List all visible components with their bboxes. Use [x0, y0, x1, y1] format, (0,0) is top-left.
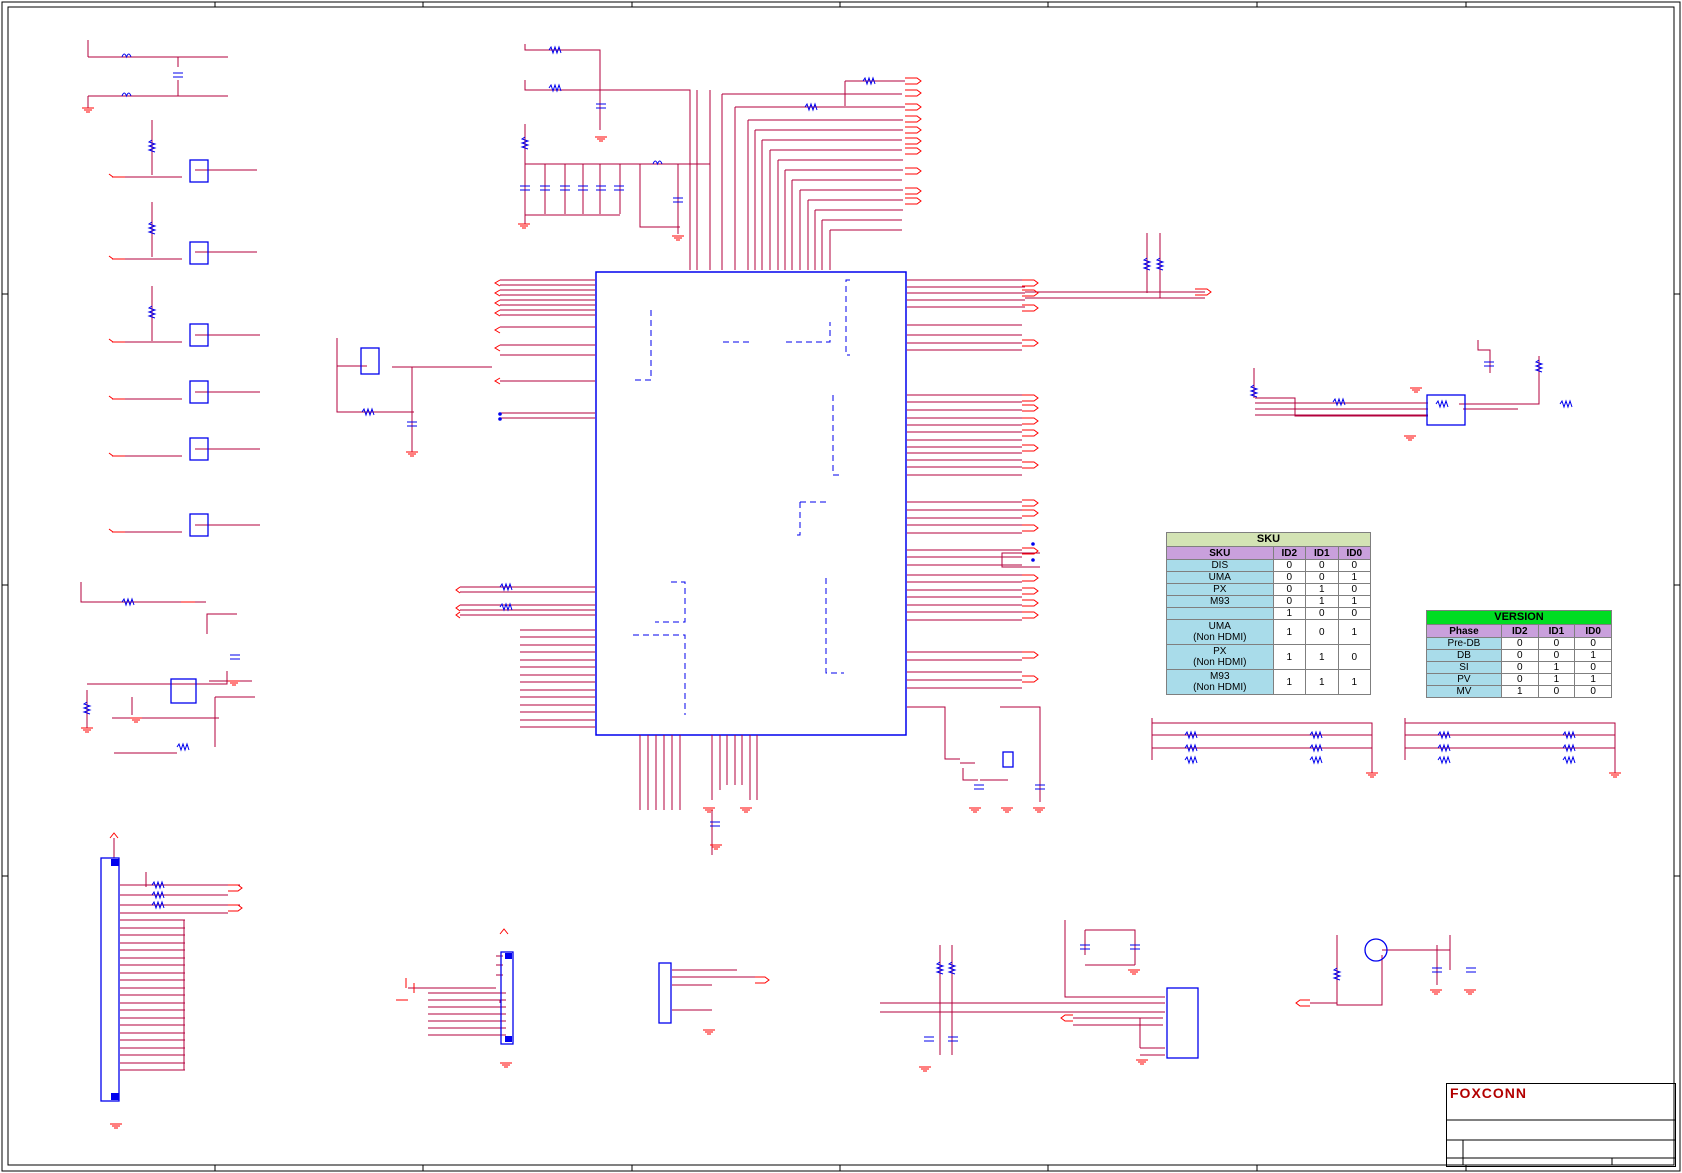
sku-id1: 1	[1305, 644, 1339, 670]
version-header-id0: ID0	[1574, 624, 1612, 638]
sku-id1: 0	[1305, 607, 1339, 620]
sku-id0: 0	[1337, 559, 1371, 572]
sku-id1: 1	[1305, 669, 1339, 695]
sku-table-title: SKU	[1166, 532, 1371, 547]
table-row: MV 1 0 0	[1426, 685, 1612, 698]
sku-header-id1: ID1	[1305, 546, 1339, 560]
sheet-border	[1, 1, 1681, 1172]
version-id2: 0	[1500, 673, 1539, 686]
sku-id1: 0	[1305, 571, 1339, 584]
version-table-title: VERSION	[1426, 610, 1612, 625]
schematic-drawing	[1, 1, 1681, 1172]
version-id0: 0	[1574, 661, 1612, 674]
table-row: UMA 0 0 1	[1166, 571, 1371, 584]
table-row: PX 0 1 0	[1166, 583, 1371, 596]
table-row: DB 0 0 1	[1426, 649, 1612, 662]
table-row: M93 0 1 1	[1166, 595, 1371, 608]
sku-id1: 1	[1305, 595, 1339, 608]
title-block: FOXCONN	[1446, 1083, 1676, 1167]
version-id1: 1	[1537, 673, 1576, 686]
version-header-phase: Phase	[1426, 624, 1502, 638]
sku-id2: 0	[1272, 583, 1307, 596]
sku-table: SKU SKU ID2 ID1 ID0 DIS 0 0 0 UMA 0 0 1 …	[1166, 532, 1371, 695]
version-id0: 1	[1574, 649, 1612, 662]
version-id1: 0	[1537, 649, 1576, 662]
sku-id2: 0	[1272, 559, 1307, 572]
sku-id2: 0	[1272, 595, 1307, 608]
version-id0: 0	[1574, 685, 1612, 698]
sku-id2: 1	[1272, 669, 1307, 695]
sku-id0: 0	[1337, 607, 1371, 620]
version-id2: 0	[1500, 637, 1539, 650]
sku-id0: 0	[1337, 583, 1371, 596]
table-row: UMA (Non HDMI) 1 0 1	[1166, 619, 1371, 645]
sku-id0: 1	[1337, 571, 1371, 584]
version-id2: 0	[1500, 661, 1539, 674]
sku-header-id2: ID2	[1272, 546, 1307, 560]
sku-id2: 1	[1272, 619, 1307, 645]
sku-name: PX (Non HDMI)	[1166, 644, 1274, 670]
table-row: DIS 0 0 0	[1166, 559, 1371, 572]
main-ic	[595, 271, 907, 736]
table-row: PV 0 1 1	[1426, 673, 1612, 686]
sku-name: M93 (Non HDMI)	[1166, 669, 1274, 695]
schematic-sheet: SKU SKU ID2 ID1 ID0 DIS 0 0 0 UMA 0 0 1 …	[0, 0, 1682, 1173]
version-id0: 1	[1574, 673, 1612, 686]
table-row: Pre-DB 0 0 0	[1426, 637, 1612, 650]
sku-id2: 1	[1272, 607, 1307, 620]
version-phase: SI	[1426, 661, 1502, 674]
version-phase: DB	[1426, 649, 1502, 662]
sku-id2: 0	[1272, 571, 1307, 584]
sku-id1: 0	[1305, 619, 1339, 645]
table-row: SI 0 1 0	[1426, 661, 1612, 674]
sku-header-id0: ID0	[1337, 546, 1371, 560]
sku-id0: 1	[1337, 595, 1371, 608]
sku-name: M93	[1166, 595, 1274, 608]
sku-name	[1166, 607, 1274, 620]
sku-name: UMA (Non HDMI)	[1166, 619, 1274, 645]
version-id2: 0	[1500, 649, 1539, 662]
version-id1: 0	[1537, 685, 1576, 698]
version-header-id1: ID1	[1537, 624, 1576, 638]
sku-header-sku: SKU	[1166, 546, 1274, 560]
sku-id0: 1	[1337, 669, 1371, 695]
version-id2: 1	[1500, 685, 1539, 698]
sku-name: DIS	[1166, 559, 1274, 572]
sku-name: UMA	[1166, 571, 1274, 584]
version-phase: Pre-DB	[1426, 637, 1502, 650]
table-row: PX (Non HDMI) 1 1 0	[1166, 644, 1371, 670]
table-row: M93 (Non HDMI) 1 1 1	[1166, 669, 1371, 695]
sku-id2: 1	[1272, 644, 1307, 670]
version-id1: 0	[1537, 637, 1576, 650]
version-table: VERSION Phase ID2 ID1 ID0 Pre-DB 0 0 0 D…	[1426, 610, 1612, 698]
version-phase: MV	[1426, 685, 1502, 698]
sku-name: PX	[1166, 583, 1274, 596]
sku-id0: 0	[1337, 644, 1371, 670]
sku-id1: 1	[1305, 583, 1339, 596]
version-id1: 1	[1537, 661, 1576, 674]
table-row: 1 0 0	[1166, 607, 1371, 620]
version-id0: 0	[1574, 637, 1612, 650]
sku-id1: 0	[1305, 559, 1339, 572]
foxconn-logo: FOXCONN	[1450, 1085, 1527, 1101]
version-phase: PV	[1426, 673, 1502, 686]
version-header-id2: ID2	[1500, 624, 1539, 638]
sku-id0: 1	[1337, 619, 1371, 645]
